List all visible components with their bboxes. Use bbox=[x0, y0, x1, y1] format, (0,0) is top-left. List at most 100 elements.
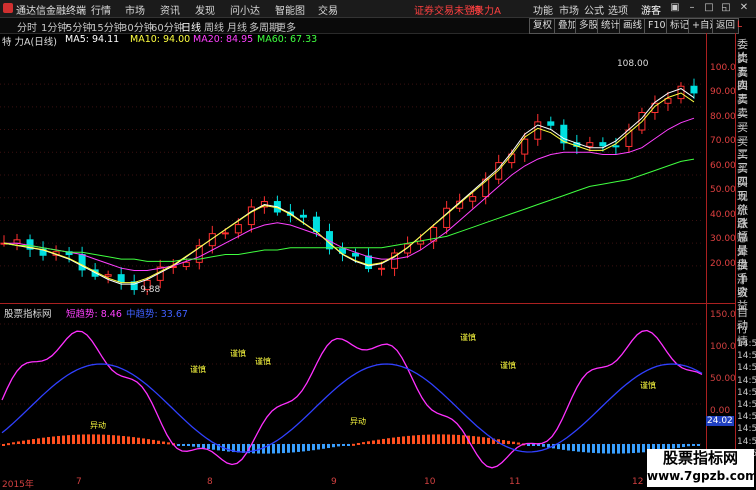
candle-body bbox=[247, 206, 255, 226]
histogram-bar bbox=[122, 436, 125, 444]
period-tick[interactable]: 分时 bbox=[17, 19, 37, 34]
indicator-current-value: 24.02 bbox=[706, 416, 734, 426]
price-tick: 90.00 bbox=[710, 87, 736, 97]
histogram-bar bbox=[612, 444, 615, 454]
candle-body bbox=[299, 214, 307, 218]
histogram-bar bbox=[677, 444, 680, 448]
menu-news[interactable]: 资讯 bbox=[160, 2, 180, 17]
histogram-bar bbox=[207, 444, 210, 450]
menu-market[interactable]: 市场 bbox=[125, 2, 145, 17]
price-tick: 40.00 bbox=[710, 210, 736, 220]
histogram-bar bbox=[12, 442, 15, 445]
skin-icon[interactable]: ▣ bbox=[668, 1, 682, 15]
histogram-bar bbox=[387, 438, 390, 444]
histogram-bar bbox=[507, 440, 510, 444]
guest-label[interactable]: 游客 bbox=[641, 2, 661, 17]
menu-bar: 通达信金融终端 行情 市场 资讯 发现 问小达 智能图 交易 证券交易未登录 特… bbox=[0, 0, 756, 18]
histogram-bar bbox=[402, 436, 405, 444]
rights-adjust-button[interactable]: 复权 bbox=[529, 18, 557, 34]
indicator-tick: 100.0 bbox=[710, 342, 736, 352]
menu-trade[interactable]: 交易 bbox=[318, 2, 338, 17]
period-30min[interactable]: 30分钟 bbox=[121, 19, 154, 34]
tick-time: 14:50 bbox=[737, 351, 756, 362]
tick-time: 14:50 bbox=[737, 436, 756, 447]
histogram-bar bbox=[482, 437, 485, 444]
histogram-bar bbox=[52, 436, 55, 444]
histogram-bar bbox=[427, 434, 430, 444]
menu-function[interactable]: 功能 bbox=[533, 2, 553, 17]
histogram-bar bbox=[562, 444, 565, 450]
period-15min[interactable]: 15分钟 bbox=[91, 19, 124, 34]
histogram-bar bbox=[542, 444, 545, 447]
histogram-bar bbox=[347, 444, 350, 446]
maximize-icon[interactable]: □ bbox=[702, 1, 716, 15]
histogram-bar bbox=[47, 437, 50, 444]
menu-market-right[interactable]: 市场 bbox=[559, 2, 579, 17]
tick-time: 14:50 bbox=[737, 412, 756, 423]
histogram-bar bbox=[162, 441, 165, 444]
candle-body bbox=[221, 232, 229, 235]
ma-legend: 特 力A(日线) MA5: 94.11 MA10: 94.00 MA20: 84… bbox=[0, 34, 640, 48]
candle-body bbox=[312, 216, 320, 233]
restore-icon[interactable]: ◱ bbox=[719, 1, 733, 15]
watermark-title: 股票指标网 bbox=[662, 449, 738, 467]
histogram-bar bbox=[77, 434, 80, 444]
indicator-chart[interactable]: 谨慎谨慎谨慎谨慎谨慎谨慎异动 异动 bbox=[0, 316, 706, 476]
histogram-bar bbox=[152, 439, 155, 444]
histogram-bar bbox=[282, 444, 285, 454]
histogram-bar bbox=[417, 435, 420, 444]
histogram-bar bbox=[572, 444, 575, 452]
price-tick: 70.00 bbox=[710, 136, 736, 146]
menu-discover[interactable]: 发现 bbox=[195, 2, 215, 17]
signal-label: 谨慎 bbox=[255, 356, 271, 366]
signal-label: 谨慎 bbox=[500, 360, 516, 370]
signal-label: 谨慎 bbox=[230, 348, 246, 358]
histogram-bar bbox=[392, 437, 395, 444]
histogram-bar bbox=[422, 434, 425, 444]
histogram-bar bbox=[37, 438, 40, 444]
tick-time: 14:50 bbox=[737, 400, 756, 410]
period-monthly[interactable]: 月线 bbox=[227, 19, 247, 34]
ma-line-ma60 bbox=[3, 158, 695, 262]
histogram-bar bbox=[22, 440, 25, 444]
histogram-bar bbox=[182, 444, 185, 446]
period-multi[interactable]: 多周期 bbox=[249, 19, 279, 34]
period-1min[interactable]: 1分钟 bbox=[41, 19, 67, 34]
back-button[interactable]: 返回 bbox=[712, 18, 740, 34]
histogram-bar bbox=[17, 441, 20, 444]
histogram-bar bbox=[57, 435, 60, 444]
histogram-bar bbox=[462, 435, 465, 444]
menu-formula[interactable]: 公式 bbox=[584, 2, 604, 17]
draw-line-button[interactable]: 画线 bbox=[619, 18, 647, 34]
histogram-bar bbox=[452, 434, 455, 444]
menu-smart-chart[interactable]: 智能图 bbox=[275, 2, 305, 17]
menu-options[interactable]: 选项 bbox=[608, 2, 628, 17]
ma20-label: MA20: 84.95 bbox=[193, 34, 254, 45]
high-price-label: 108.00 bbox=[617, 59, 649, 69]
histogram-bar bbox=[187, 444, 190, 446]
histogram-bar bbox=[332, 444, 335, 448]
histogram-bar bbox=[637, 444, 640, 453]
period-5min[interactable]: 5分钟 bbox=[66, 19, 92, 34]
histogram-bar bbox=[617, 444, 620, 454]
candle-body bbox=[234, 224, 242, 234]
menu-quotes[interactable]: 行情 bbox=[91, 2, 111, 17]
histogram-bar bbox=[597, 444, 600, 454]
candle-body bbox=[690, 85, 698, 94]
period-daily[interactable]: 日线 bbox=[181, 19, 201, 34]
candle-body bbox=[78, 254, 86, 271]
side-divider bbox=[735, 33, 736, 477]
price-chart[interactable]: 108.00 9.88 bbox=[0, 47, 706, 303]
histogram-bar bbox=[67, 435, 70, 444]
x-tick: 8 bbox=[207, 477, 213, 487]
minimize-icon[interactable]: – bbox=[685, 1, 699, 15]
price-tick: 100.0 bbox=[710, 63, 736, 73]
close-icon[interactable]: ✕ bbox=[737, 1, 751, 15]
histogram-bar bbox=[322, 444, 325, 449]
period-more[interactable]: 更多 bbox=[276, 19, 296, 34]
period-weekly[interactable]: 周线 bbox=[204, 19, 224, 34]
histogram-bar bbox=[382, 438, 385, 444]
histogram-bar bbox=[147, 439, 150, 444]
period-60min[interactable]: 60分钟 bbox=[151, 19, 184, 34]
menu-ask[interactable]: 问小达 bbox=[230, 2, 260, 17]
